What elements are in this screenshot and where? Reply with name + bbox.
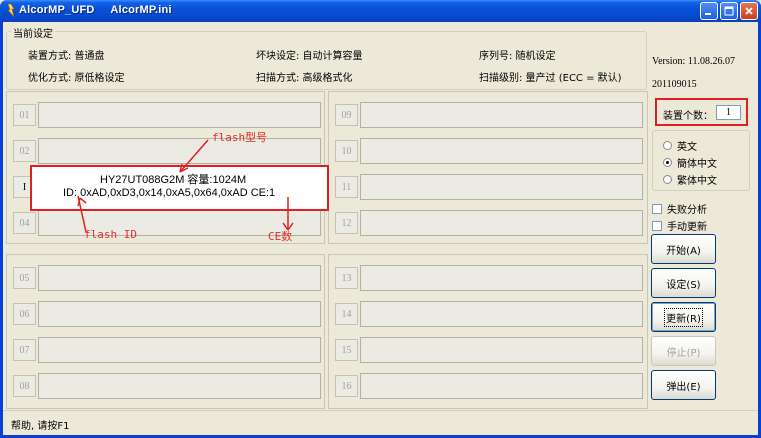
annotation-arrows	[77, 139, 294, 233]
arrow-to-model	[179, 139, 209, 173]
